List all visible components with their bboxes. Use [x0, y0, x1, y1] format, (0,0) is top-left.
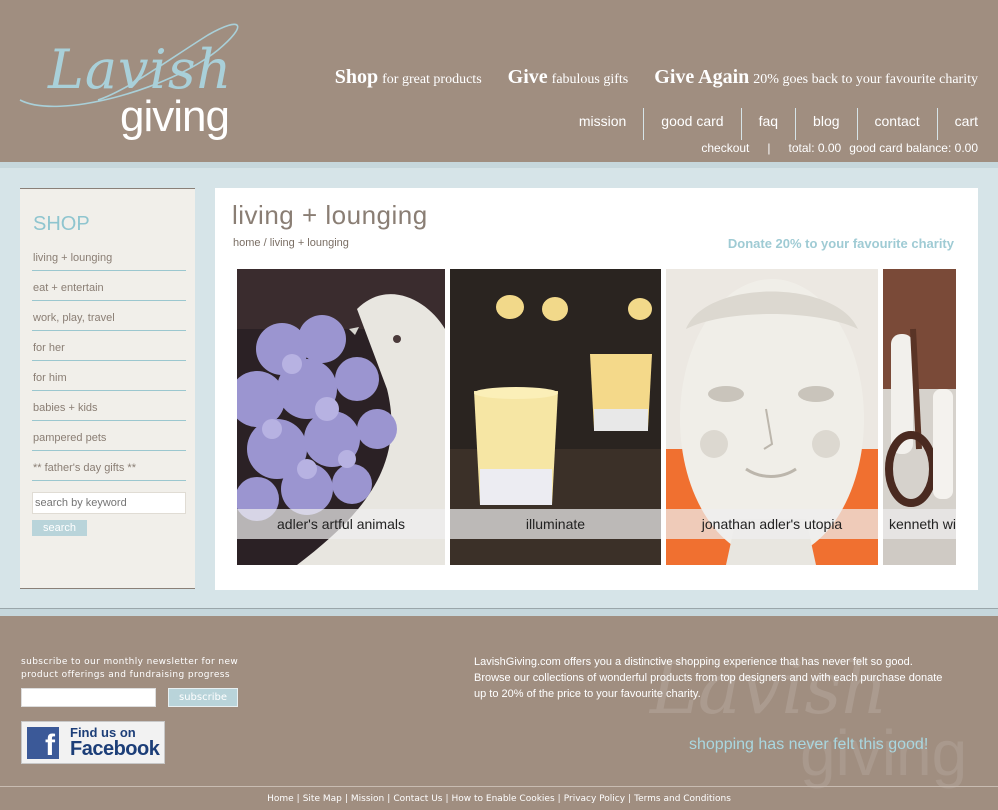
donate-banner[interactable]: Donate 20% to your favourite charity — [728, 236, 954, 251]
search-button[interactable]: search — [32, 520, 87, 536]
tagline-shop: Shop for great products — [334, 66, 482, 88]
cart-summary: checkout | total: 0.00 good card balance… — [701, 141, 978, 155]
breadcrumb-home[interactable]: home — [233, 237, 261, 249]
footer-divider — [0, 608, 998, 616]
tagline-give-again: Give Again 20% goes back to your favouri… — [654, 66, 978, 88]
nav-contact[interactable]: contact — [856, 108, 937, 140]
newsletter-email-input[interactable] — [21, 688, 156, 707]
newsletter-text: subscribe to our monthly newsletter for … — [21, 657, 239, 680]
product-carousel: adler's artful animals illuminate jonath… — [237, 269, 956, 565]
category-for-him[interactable]: for him — [32, 361, 186, 391]
about-text: LavishGiving.com offers you a distinctiv… — [474, 656, 943, 700]
site-header: Lavish giving Shop for great products Gi… — [0, 0, 998, 162]
tagline-give: Give fabulous gifts — [507, 66, 629, 88]
footer-line — [0, 786, 998, 787]
footer-link-cookies[interactable]: How to Enable Cookies — [452, 794, 555, 804]
category-for-her[interactable]: for her — [32, 331, 186, 361]
main-nav: mission good card faq blog contact cart — [562, 108, 998, 140]
subscribe-button[interactable]: subscribe — [168, 688, 238, 707]
product-label: kenneth wi — [883, 509, 956, 539]
facebook-name-text: Facebook — [70, 738, 160, 760]
breadcrumb-current: / living + lounging — [263, 237, 349, 249]
product-card[interactable]: jonathan adler's utopia — [666, 269, 878, 565]
product-card[interactable]: illuminate — [450, 269, 661, 565]
shop-title: SHOP — [33, 213, 90, 235]
subnav-separator: | — [767, 141, 771, 155]
site-logo[interactable]: Lavish giving — [18, 20, 258, 150]
category-list: living + lounging eat + entertain work, … — [32, 241, 186, 481]
footer-links: Home | Site Map | Mission | Contact Us | How to … — [267, 794, 731, 804]
facebook-icon: f — [27, 727, 59, 759]
facebook-badge[interactable]: f Find us on Facebook — [21, 721, 165, 764]
category-babies-kids[interactable]: babies + kids — [32, 391, 186, 421]
site-footer: Lavish giving subscribe to our monthly n… — [0, 616, 998, 810]
footer-link-home[interactable]: Home — [267, 794, 294, 804]
logo-giving-text: giving — [120, 92, 230, 141]
breadcrumb: home / living + lounging — [233, 237, 349, 249]
page-title: living + lounging — [232, 200, 428, 230]
footer-link-privacy[interactable]: Privacy Policy — [564, 794, 625, 804]
header-divider — [0, 162, 998, 168]
product-label: adler's artful animals — [237, 509, 445, 539]
footer-link-terms[interactable]: Terms and Conditions — [634, 794, 731, 804]
nav-blog[interactable]: blog — [795, 108, 856, 140]
category-fathers-day[interactable]: ** father's day gifts ** — [32, 451, 186, 481]
category-eat-entertain[interactable]: eat + entertain — [32, 271, 186, 301]
product-label: illuminate — [450, 509, 661, 539]
footer-slogan: shopping has never felt this good! — [689, 736, 929, 753]
category-pampered-pets[interactable]: pampered pets — [32, 421, 186, 451]
cart-total: total: 0.00 — [788, 141, 842, 155]
taglines: Shop for great products Give fabulous gi… — [335, 66, 978, 89]
nav-faq[interactable]: faq — [740, 108, 795, 140]
product-label: jonathan adler's utopia — [666, 509, 878, 539]
main-content: living + lounging home / living + loungi… — [215, 188, 978, 590]
footer-link-sitemap[interactable]: Site Map — [303, 794, 342, 804]
nav-mission[interactable]: mission — [562, 108, 643, 140]
good-card-balance: good card balance: 0.00 — [849, 141, 978, 155]
product-card[interactable]: kenneth wi — [883, 269, 956, 565]
shop-sidebar: SHOP living + lounging eat + entertain w… — [20, 188, 195, 589]
footer-link-contact[interactable]: Contact Us — [393, 794, 442, 804]
checkout-link[interactable]: checkout — [701, 141, 749, 155]
keyword-search-input[interactable] — [32, 492, 186, 514]
product-card[interactable]: adler's artful animals — [237, 269, 445, 565]
footer-link-mission[interactable]: Mission — [351, 794, 384, 804]
nav-cart[interactable]: cart — [936, 108, 998, 140]
category-living-lounging[interactable]: living + lounging — [32, 241, 186, 271]
category-work-play-travel[interactable]: work, play, travel — [32, 301, 186, 331]
nav-good-card[interactable]: good card — [643, 108, 740, 140]
